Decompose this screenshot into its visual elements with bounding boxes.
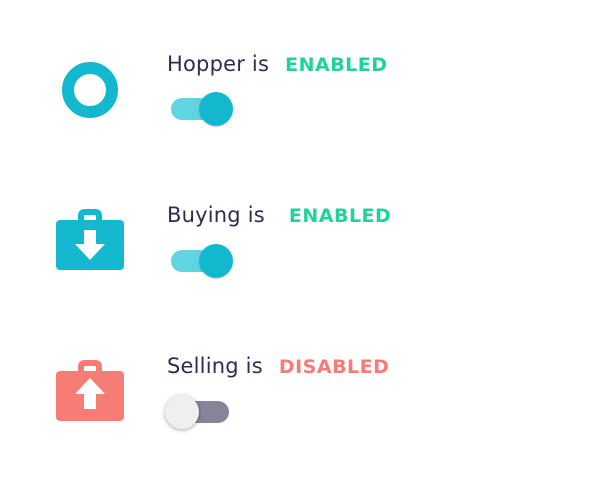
toggle-knob	[199, 92, 233, 126]
buying-state-badge: ENABLED	[288, 205, 392, 227]
setting-row-buying: Buying is ENABLED	[0, 190, 614, 300]
hopper-label: Hopper is	[167, 52, 270, 76]
setting-row-hopper: Hopper is ENABLED	[0, 40, 614, 150]
selling-state-badge: DISABLED	[278, 356, 390, 378]
toggle-knob	[165, 395, 199, 429]
selling-toggle[interactable]	[165, 394, 233, 430]
selling-status-line: Selling is DISABLED	[167, 354, 389, 384]
sell-briefcase-up-arrow-icon	[54, 351, 126, 423]
hopper-state-badge: ENABLED	[285, 54, 388, 76]
buying-label: Buying is	[167, 203, 265, 227]
toggle-knob	[199, 244, 233, 278]
hopper-toggle[interactable]	[167, 91, 233, 127]
buying-toggle[interactable]	[167, 243, 233, 279]
setting-row-selling: Selling is DISABLED	[0, 341, 614, 451]
buy-briefcase-down-arrow-icon	[54, 200, 126, 272]
selling-label: Selling is	[167, 354, 263, 378]
settings-panel: Hopper is ENABLED Buying is ENABLED Sell…	[0, 0, 614, 481]
hopper-ring-icon	[54, 54, 126, 126]
buying-status-line: Buying is ENABLED	[167, 203, 391, 233]
hopper-status-line: Hopper is ENABLED	[167, 52, 388, 82]
